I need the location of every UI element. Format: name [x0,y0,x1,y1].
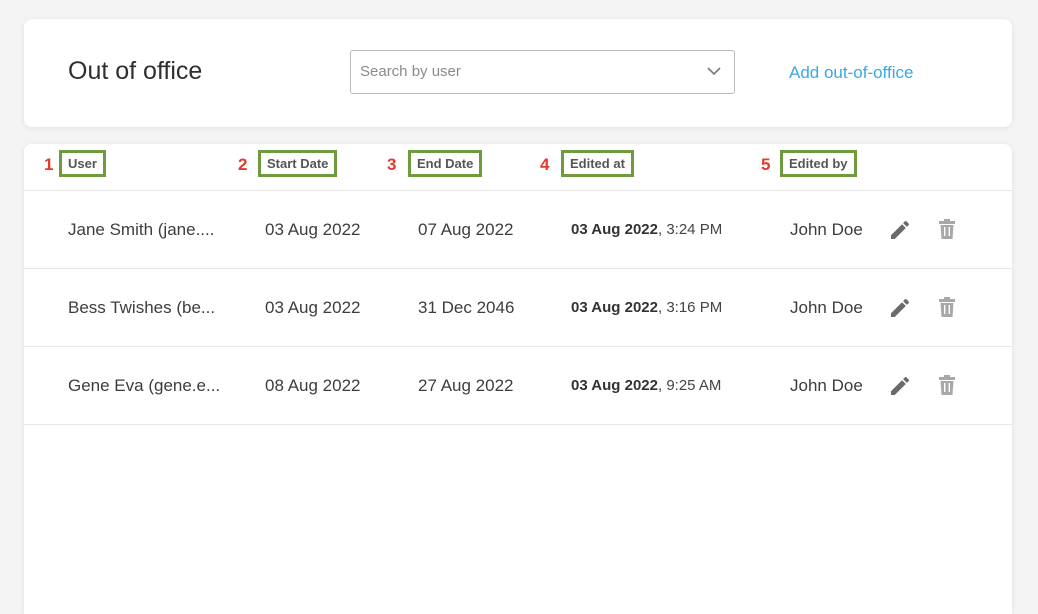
column-marker: 4 [540,155,550,174]
table-row: Bess Twishes (be... 03 Aug 2022 31 Dec 2… [24,269,1012,347]
edited-date: 03 Aug 2022 [571,377,658,394]
end-date-cell: 31 Dec 2046 [418,298,515,317]
page-title: Out of office [68,57,203,85]
edited-by-cell: John Doe [790,376,863,395]
table-row: Gene Eva (gene.e... 08 Aug 2022 27 Aug 2… [24,347,1012,425]
trash-icon[interactable] [936,295,958,319]
edited-time: , 9:25 AM [658,377,722,394]
column-header-edited-at[interactable]: Edited at [561,150,634,177]
trash-icon[interactable] [936,373,958,397]
search-input[interactable] [360,51,690,91]
end-date-cell: 07 Aug 2022 [418,220,514,239]
edited-time: , 3:24 PM [658,221,723,238]
pencil-icon[interactable] [888,296,912,320]
column-marker: 3 [387,155,397,174]
table-header-row: 1 User 2 Start Date 3 End Date 4 Edited … [24,144,1012,191]
out-of-office-table: 1 User 2 Start Date 3 End Date 4 Edited … [24,144,1012,614]
column-marker: 2 [238,155,248,174]
end-date-cell: 27 Aug 2022 [418,376,514,395]
start-date-cell: 03 Aug 2022 [265,298,361,317]
edited-at-cell: 03 Aug 2022, 9:25 AM [571,377,721,394]
start-date-cell: 08 Aug 2022 [265,376,361,395]
table-row: Jane Smith (jane.... 03 Aug 2022 07 Aug … [24,191,1012,269]
column-header-edited-by[interactable]: Edited by [780,150,857,177]
edited-at-cell: 03 Aug 2022, 3:24 PM [571,221,722,238]
user-cell: Jane Smith (jane.... [68,220,215,239]
trash-icon[interactable] [936,217,958,241]
edited-at-cell: 03 Aug 2022, 3:16 PM [571,299,722,316]
column-header-user[interactable]: User [59,150,106,177]
edited-time: , 3:16 PM [658,299,723,316]
edited-by-cell: John Doe [790,298,863,317]
column-header-end-date[interactable]: End Date [408,150,483,177]
user-cell: Bess Twishes (be... [68,298,216,317]
column-marker: 1 [44,155,54,174]
edited-date: 03 Aug 2022 [571,221,658,238]
add-out-of-office-link[interactable]: Add out-of-office [789,63,913,83]
pencil-icon[interactable] [888,374,912,398]
page-header-card: Out of office Add out-of-office [24,19,1012,127]
start-date-cell: 03 Aug 2022 [265,220,361,239]
column-marker: 5 [761,155,771,174]
column-header-start-date[interactable]: Start Date [258,150,338,177]
chevron-down-icon[interactable] [706,63,722,79]
edited-by-cell: John Doe [790,220,863,239]
pencil-icon[interactable] [888,218,912,242]
edited-date: 03 Aug 2022 [571,299,658,316]
user-cell: Gene Eva (gene.e... [68,376,221,395]
search-user-select[interactable] [350,50,735,94]
